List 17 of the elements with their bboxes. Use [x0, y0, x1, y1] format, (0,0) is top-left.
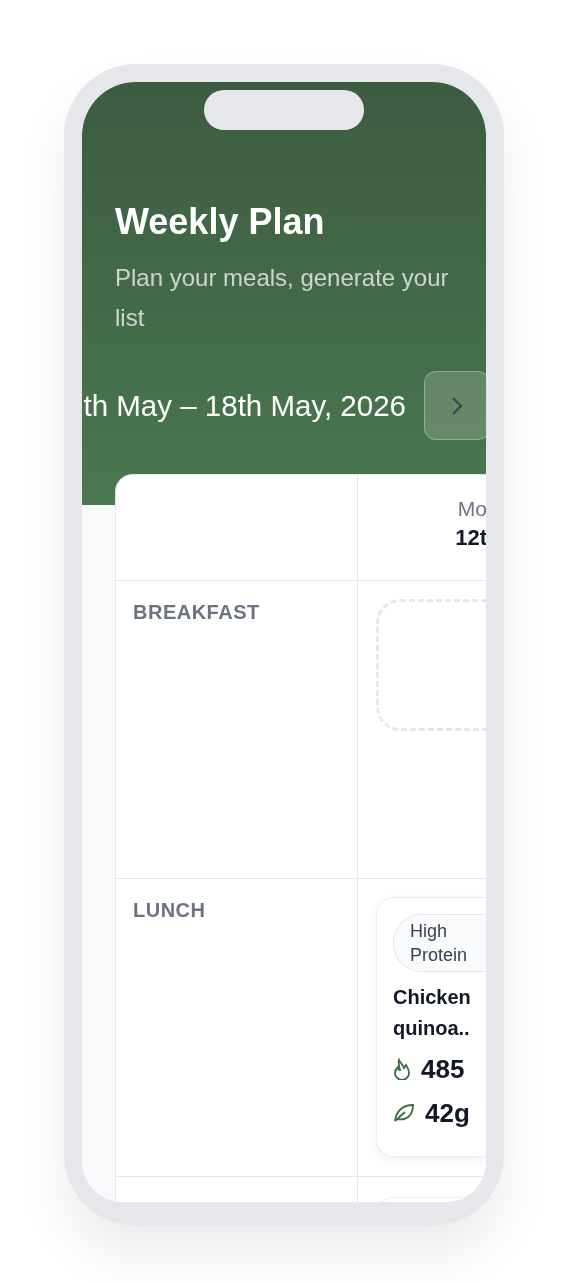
page-subtitle: Plan your meals, generate your list [115, 263, 450, 333]
meal-card[interactable]: High Protein Chicken quinoa.. 485 42g [376, 897, 486, 1157]
protein-value: 42g [425, 1097, 470, 1130]
meal-name: Chicken quinoa.. [393, 985, 472, 1041]
leaf-icon [393, 1103, 415, 1123]
meal-label: LUNCH [133, 899, 206, 922]
calories-value: 485 [421, 1053, 465, 1086]
chevron-right-icon [451, 395, 463, 416]
meal-label: BREAKFAST [133, 601, 260, 624]
meal-tag: High Protein [393, 914, 486, 972]
next-week-button[interactable] [424, 371, 486, 440]
page-title: Weekly Plan [115, 200, 325, 244]
day-name: Mo [457, 496, 486, 522]
day-date: 12t [455, 524, 486, 552]
week-range: th May – 18th May, 2026 [83, 388, 406, 423]
flame-icon [393, 1058, 411, 1080]
empty-meal-slot[interactable] [376, 599, 486, 731]
